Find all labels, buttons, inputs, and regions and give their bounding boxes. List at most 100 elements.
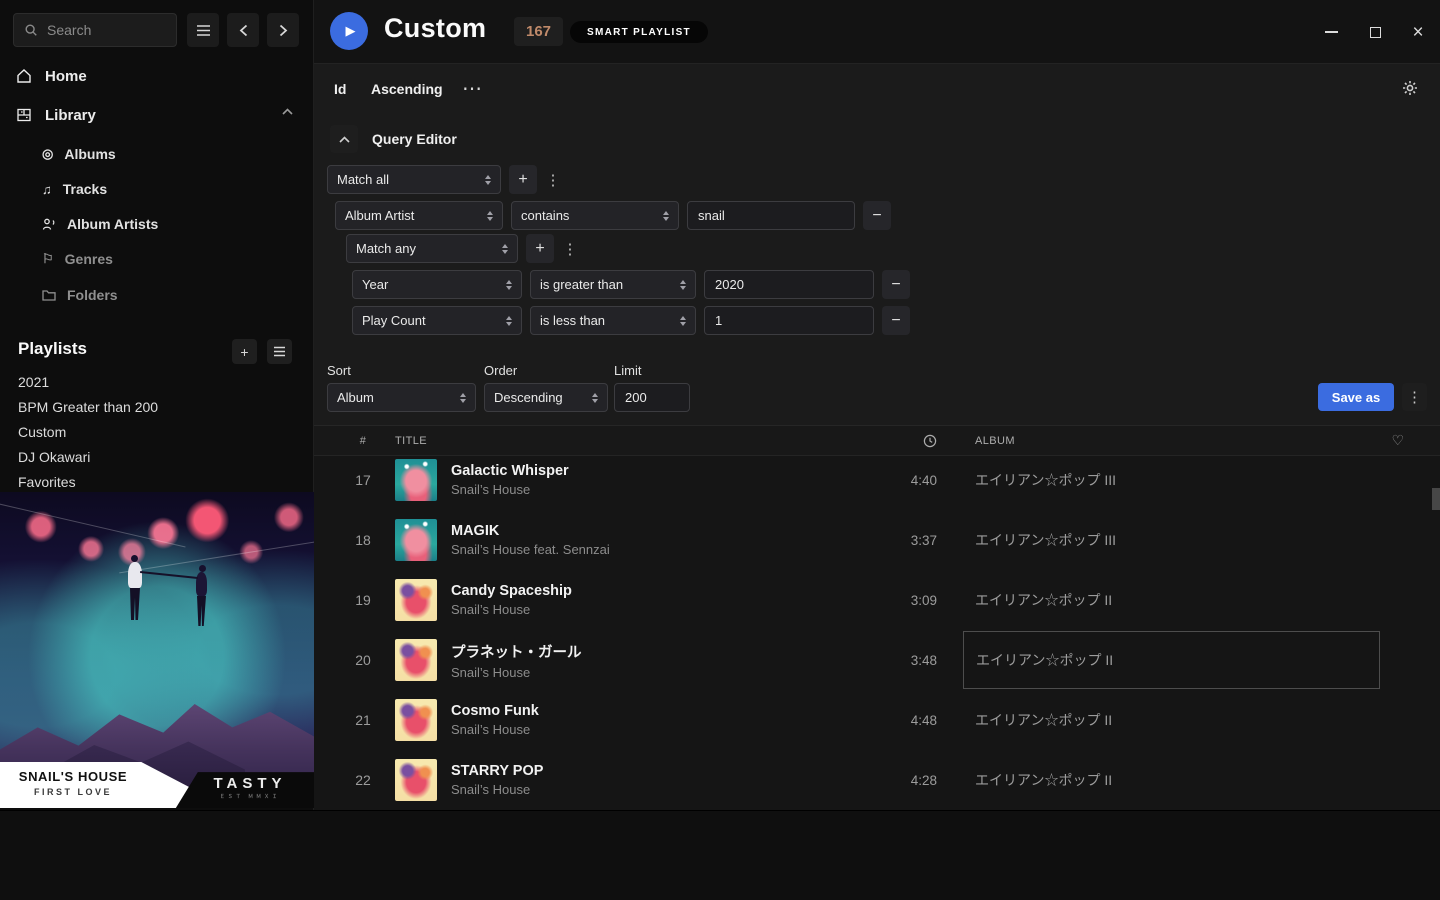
sort-field-button[interactable]: Id [334, 81, 346, 97]
plus-icon: + [240, 344, 248, 360]
maximize-button[interactable] [1360, 18, 1390, 46]
save-options-button[interactable]: ⋮ [1402, 383, 1427, 411]
rule-operator-select[interactable]: is less than [530, 306, 696, 335]
sort-direction-button[interactable]: Ascending [371, 81, 443, 97]
rule-group-menu-button[interactable]: ⋮ [545, 171, 561, 189]
sidebar-item-label: Folders [67, 287, 118, 303]
playlist-item[interactable]: Custom [18, 422, 66, 442]
rule-value-input[interactable]: 1 [704, 306, 874, 335]
cover-figure-right [196, 572, 207, 596]
close-button[interactable]: × [1403, 18, 1433, 46]
rule-value-input[interactable]: 2020 [704, 270, 874, 299]
lantern-string [0, 502, 186, 548]
sidebar-item-folders[interactable]: Folders [42, 284, 118, 306]
sidebar-item-library[interactable]: Library [16, 104, 96, 126]
subgroup-menu-button[interactable]: ⋮ [562, 240, 578, 258]
table-row[interactable]: 21 Cosmo Funk Snail’s House 4:48 エイリアン☆ポ… [314, 690, 1440, 750]
table-row[interactable]: 17 Galactic Whisper Snail’s House 4:40 エ… [314, 450, 1440, 510]
album-art-thumbnail [395, 639, 437, 681]
remove-rule-button[interactable]: − [882, 306, 910, 335]
sidebar-item-genres[interactable]: ⚐ Genres [42, 248, 113, 270]
limit-input[interactable]: 200 [614, 383, 690, 412]
playlist-item[interactable]: Favorites [18, 472, 76, 492]
remove-rule-button[interactable]: − [863, 201, 891, 230]
search-input[interactable]: Search [13, 13, 177, 47]
track-duration: 4:48 [839, 713, 943, 728]
playlist-item[interactable]: BPM Greater than 200 [18, 397, 158, 417]
back-button[interactable] [227, 13, 259, 47]
track-table: # TITLE ALBUM ♡ 17 Galactic Whisper Snai… [314, 425, 1440, 810]
minimize-icon [1325, 31, 1338, 33]
order-label: Order [484, 363, 517, 378]
sort-select[interactable]: Album [327, 383, 476, 412]
smart-playlist-badge: SMART PLAYLIST [570, 21, 708, 43]
forward-button[interactable] [267, 13, 299, 47]
select-caret-icon [680, 316, 686, 326]
rule-field-value: Year [362, 277, 388, 292]
track-album-focused[interactable]: エイリアン☆ポップ II [963, 631, 1380, 689]
playlist-item[interactable]: DJ Okawari [18, 447, 90, 467]
table-row[interactable]: 18 MAGIK Snail’s House feat. Sennzai 3:3… [314, 510, 1440, 570]
album-art-thumbnail [395, 579, 437, 621]
add-playlist-button[interactable]: + [232, 339, 257, 364]
sidebar-item-album-artists[interactable]: Album Artists [42, 213, 158, 235]
plus-icon: + [535, 240, 544, 258]
hamburger-icon [196, 24, 211, 37]
minus-icon: − [872, 207, 881, 225]
column-header-number[interactable]: # [338, 435, 388, 447]
now-playing-cover-art[interactable]: SNAIL'S HOUSE FIRST LOVE TASTY ＥＳＴ ＭＭＸＩ [0, 492, 314, 808]
table-row[interactable]: 19 Candy Spaceship Snail’s House 3:09 エイ… [314, 570, 1440, 630]
list-options-button[interactable]: ⋯ [462, 76, 483, 101]
collapse-library-icon[interactable] [282, 108, 293, 115]
track-number: 22 [338, 772, 388, 788]
sidebar-item-albums[interactable]: ◎ Albums [42, 143, 116, 165]
track-album: エイリアン☆ポップ II [963, 571, 1380, 629]
rule-operator-value: contains [521, 208, 569, 223]
track-number: 17 [338, 472, 388, 488]
rule-operator-select[interactable]: contains [511, 201, 679, 230]
remove-rule-button[interactable]: − [882, 270, 910, 299]
sidebar-item-home[interactable]: Home [16, 65, 87, 87]
menu-button[interactable] [187, 13, 219, 47]
rule-field-select[interactable]: Album Artist [335, 201, 503, 230]
column-header-duration[interactable] [839, 434, 943, 448]
table-row[interactable]: 22 STARRY POP Snail’s House 4:28 エイリアン☆ポ… [314, 750, 1440, 810]
track-number: 21 [338, 712, 388, 728]
match-any-select[interactable]: Match any [346, 234, 518, 263]
track-artist: Snail’s House [451, 602, 839, 617]
rule-operator-select[interactable]: is greater than [530, 270, 696, 299]
settings-button[interactable] [1402, 80, 1418, 96]
sidebar: Search Home Library [0, 0, 314, 810]
table-row[interactable]: 20 プラネット・ガール Snail’s House 3:48 エイリアン☆ポッ… [314, 630, 1440, 690]
minimize-button[interactable] [1316, 18, 1346, 46]
playlist-list-button[interactable] [267, 339, 292, 364]
column-header-favorite[interactable]: ♡ [1380, 432, 1416, 449]
rule-field-select[interactable]: Play Count [352, 306, 522, 335]
add-subrule-button[interactable]: + [526, 234, 554, 263]
cover-banner: SNAIL'S HOUSE FIRST LOVE TASTY ＥＳＴ ＭＭＸＩ [0, 762, 314, 808]
column-header-album[interactable]: ALBUM [963, 435, 1380, 447]
track-artist: Snail’s House [451, 722, 839, 737]
play-icon: ▶ [346, 23, 356, 39]
column-header-title[interactable]: TITLE [388, 435, 839, 447]
close-icon: × [1412, 23, 1423, 42]
select-caret-icon [460, 393, 466, 403]
order-select[interactable]: Descending [484, 383, 608, 412]
cover-figure-left [128, 562, 142, 588]
sidebar-item-tracks[interactable]: ♫ Tracks [42, 178, 107, 200]
query-editor-collapse-button[interactable] [330, 125, 358, 153]
sort-value: Album [337, 390, 374, 405]
sidebar-item-label: Library [45, 107, 96, 124]
save-as-button[interactable]: Save as [1318, 383, 1394, 411]
main-panel: ▶ Custom 167 SMART PLAYLIST × Id Ascendi… [314, 0, 1440, 810]
match-all-select[interactable]: Match all [327, 165, 501, 194]
album-art-thumbnail [395, 519, 437, 561]
play-playlist-button[interactable]: ▶ [330, 12, 368, 50]
playlist-item[interactable]: 2021 [18, 372, 49, 392]
select-caret-icon [663, 211, 669, 221]
rule-value-input[interactable]: snail [687, 201, 855, 230]
scrollbar-thumb[interactable] [1432, 488, 1440, 510]
rule-field-select[interactable]: Year [352, 270, 522, 299]
maximize-icon [1370, 27, 1381, 38]
add-rule-button[interactable]: + [509, 165, 537, 194]
